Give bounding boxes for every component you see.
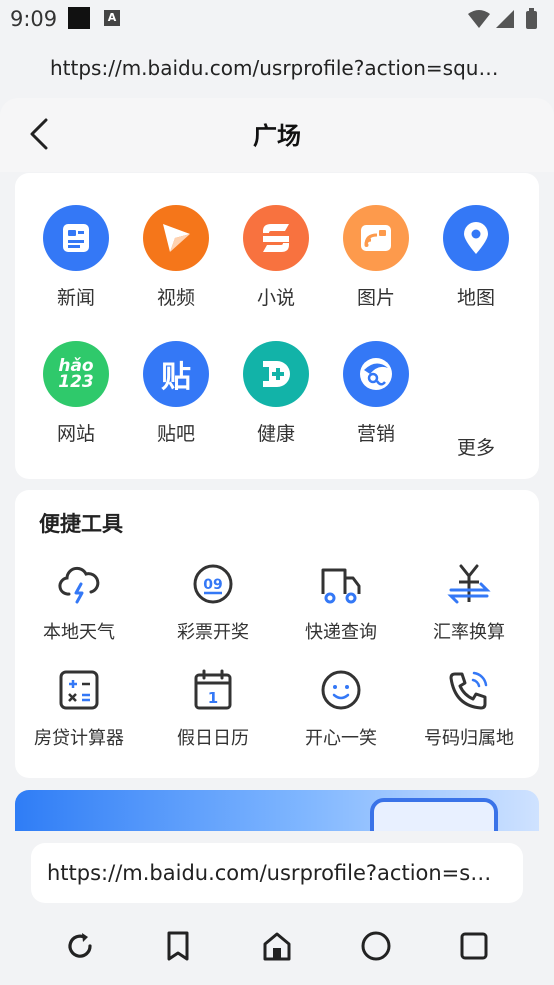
app-label: 新闻 <box>56 287 95 309</box>
news-icon <box>43 205 109 271</box>
app-label: 营销 <box>356 423 395 445</box>
tool-jokes[interactable]: 开心一笑 <box>277 666 405 766</box>
app-label: 视频 <box>156 287 195 309</box>
app-label: 健康 <box>256 423 295 445</box>
promo-banner[interactable] <box>15 790 539 831</box>
recents-square-icon[interactable] <box>457 929 491 963</box>
tools-card: 便捷工具 本地天气 09 彩票开奖 快递查询 汇率换算 房贷计算器 1 假日日历… <box>15 490 539 778</box>
circle-home-icon[interactable] <box>359 929 393 963</box>
tool-label: 号码归属地 <box>424 728 514 749</box>
bookmark-icon[interactable] <box>161 929 195 963</box>
tool-label: 假日日历 <box>177 728 249 749</box>
app-label: 小说 <box>256 287 295 309</box>
image-icon <box>343 205 409 271</box>
tool-weather[interactable]: 本地天气 <box>15 560 143 660</box>
page-content: 广场 新闻 视频 小说 图片 地图 hǎo 123 网站 贴 贴吧 健康 营销 … <box>0 98 554 831</box>
app-label: 贴吧 <box>156 423 195 445</box>
app-tieba[interactable]: 贴 贴吧 <box>126 341 226 461</box>
tool-holiday-calendar[interactable]: 1 假日日历 <box>149 666 277 766</box>
lottery-icon: 09 <box>193 564 233 604</box>
svg-text:1: 1 <box>208 689 218 707</box>
tool-label: 开心一笑 <box>305 728 377 749</box>
app-more[interactable]: 更多 <box>426 341 526 461</box>
app-websites[interactable]: hǎo 123 网站 <box>26 341 126 461</box>
map-pin-icon <box>443 205 509 271</box>
wifi-icon <box>468 10 490 28</box>
marketing-icon <box>343 341 409 407</box>
health-plus-icon <box>243 341 309 407</box>
banner-phone-graphic <box>370 798 498 831</box>
smile-icon <box>321 670 361 710</box>
tools-title: 便捷工具 <box>39 512 123 536</box>
app-video[interactable]: 视频 <box>126 205 226 325</box>
tieba-glyph: 贴 <box>161 360 191 395</box>
tool-phone-location[interactable]: 号码归属地 <box>405 666 533 766</box>
signal-icon <box>496 10 514 28</box>
weather-icon <box>58 566 100 604</box>
tool-lottery[interactable]: 09 彩票开奖 <box>149 560 277 660</box>
notification-a-icon: A <box>104 10 120 26</box>
app-novel[interactable]: 小说 <box>226 205 326 325</box>
bottom-url-bar[interactable]: https://m.baidu.com/usrprofile?action=s… <box>31 843 523 903</box>
tool-label: 房贷计算器 <box>34 728 124 749</box>
exchange-rate-icon <box>447 564 491 604</box>
svg-text:09: 09 <box>203 577 222 593</box>
battery-icon <box>526 11 537 29</box>
app-map[interactable]: 地图 <box>426 205 526 325</box>
app-grid-card: 新闻 视频 小说 图片 地图 hǎo 123 网站 贴 贴吧 健康 营销 更多 <box>15 173 539 479</box>
hao123-text: hǎo 123 <box>58 356 94 392</box>
page-header: 广场 <box>0 98 554 172</box>
phone-call-icon <box>449 671 488 710</box>
status-bar: 9:09 A <box>0 0 554 40</box>
app-news[interactable]: 新闻 <box>26 205 126 325</box>
app-label: 图片 <box>356 287 395 309</box>
tool-label: 本地天气 <box>43 622 115 643</box>
video-play-icon <box>143 205 209 271</box>
tool-delivery[interactable]: 快递查询 <box>277 560 405 660</box>
tool-exchange[interactable]: 汇率换算 <box>405 560 533 660</box>
delivery-truck-icon <box>321 568 361 604</box>
calculator-icon <box>59 670 99 710</box>
bottom-browser-bar: https://m.baidu.com/usrprofile?action=s… <box>0 831 554 985</box>
reload-icon[interactable] <box>63 929 97 963</box>
status-time: 9:09 <box>10 7 58 31</box>
tool-mortgage-calculator[interactable]: 房贷计算器 <box>15 666 143 766</box>
bottom-url-text: https://m.baidu.com/usrprofile?action=s… <box>47 861 492 885</box>
notification-square-icon <box>68 7 90 29</box>
hao123-icon: hǎo 123 <box>43 341 109 407</box>
app-health[interactable]: 健康 <box>226 341 326 461</box>
page-title: 广场 <box>253 122 301 150</box>
tool-label: 汇率换算 <box>433 622 505 643</box>
tieba-icon: 贴 <box>143 341 209 407</box>
top-url-text: https://m.baidu.com/usrprofile?action=sq… <box>50 56 499 80</box>
home-icon[interactable] <box>260 929 294 963</box>
calendar-icon: 1 <box>194 669 232 710</box>
top-url-bar[interactable]: https://m.baidu.com/usrprofile?action=sq… <box>0 40 554 98</box>
tool-label: 快递查询 <box>305 622 377 643</box>
app-marketing[interactable]: 营销 <box>326 341 426 461</box>
app-label: 地图 <box>456 287 495 309</box>
app-label: 网站 <box>56 423 95 445</box>
novel-s-icon <box>243 205 309 271</box>
tool-label: 彩票开奖 <box>177 622 249 643</box>
status-icons <box>468 8 537 29</box>
app-label: 更多 <box>456 437 495 459</box>
app-images[interactable]: 图片 <box>326 205 426 325</box>
